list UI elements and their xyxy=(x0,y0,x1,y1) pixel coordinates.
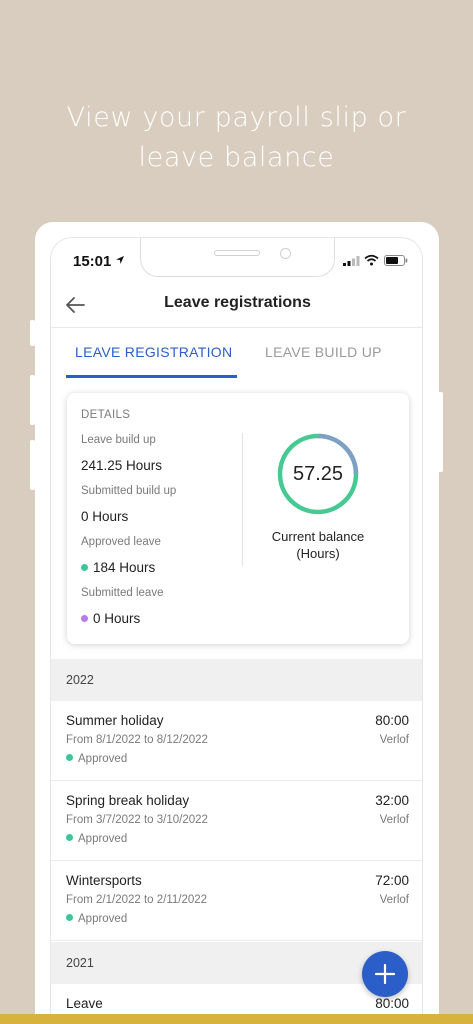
leave-status-label: Approved xyxy=(78,913,128,925)
add-leave-button[interactable] xyxy=(362,951,408,997)
approved-dot-icon xyxy=(66,834,73,841)
leave-type: Verlof xyxy=(379,894,409,906)
balance-caption-line-2: (Hours) xyxy=(296,546,340,561)
headline-line-1: View your payroll slip or xyxy=(66,102,407,133)
submitted-build-up-value: 0 Hours xyxy=(81,509,129,524)
location-arrow-icon xyxy=(116,256,124,264)
details-card: DETAILS Leave build up 241.25 Hours Subm… xyxy=(67,393,409,644)
year-header: 2022 xyxy=(51,659,422,701)
leave-title: Summer holiday xyxy=(66,713,164,728)
leave-list-item[interactable]: Summer holiday From 8/1/2022 to 8/12/202… xyxy=(51,701,422,781)
nav-bar: Leave registrations xyxy=(51,284,422,328)
leave-status: Approved xyxy=(66,833,127,845)
balance-caption-line-1: Current balance xyxy=(271,529,365,544)
submitted-leave-value: 0 Hours xyxy=(93,611,141,626)
approved-leave-row: 184 Hours xyxy=(81,560,155,575)
leave-dates: From 8/1/2022 to 8/12/2022 xyxy=(66,734,208,746)
leave-type: Verlof xyxy=(379,734,409,746)
leave-build-up-value: 241.25 Hours xyxy=(81,458,163,473)
signal-icon xyxy=(343,256,360,266)
speaker-icon xyxy=(214,250,260,256)
leave-hours: 72:00 xyxy=(375,873,409,888)
leave-list-item[interactable]: Wintersports From 2/1/2022 to 2/11/2022 … xyxy=(51,861,422,941)
battery-icon xyxy=(384,255,408,266)
tab-leave-build-up[interactable]: LEAVE BUILD UP xyxy=(265,344,382,360)
approved-leave-value: 184 Hours xyxy=(93,560,156,575)
approved-leave-label: Approved leave xyxy=(81,536,161,548)
submitted-leave-row: 0 Hours xyxy=(81,611,140,626)
leave-status-label: Approved xyxy=(78,833,128,845)
tab-bar: LEAVE REGISTRATION LEAVE BUILD UP xyxy=(51,328,422,378)
year-label: 2022 xyxy=(66,673,94,687)
bottom-strip xyxy=(0,1014,473,1024)
phone-screen: 15:01 Leave registrations LEAVE REGISTRA… xyxy=(50,237,423,1024)
submitted-leave-label: Submitted leave xyxy=(81,587,164,599)
leave-dates: From 2/1/2022 to 2/11/2022 xyxy=(66,894,208,906)
leave-status: Approved xyxy=(66,913,127,925)
camera-icon xyxy=(280,248,291,259)
leave-list-item[interactable]: Spring break holiday From 3/7/2022 to 3/… xyxy=(51,781,422,861)
leave-dates: From 3/7/2022 to 3/10/2022 xyxy=(66,814,208,826)
approved-dot-icon xyxy=(66,914,73,921)
wifi-icon xyxy=(364,254,379,266)
leave-title: Spring break holiday xyxy=(66,793,190,808)
leave-type: Verlof xyxy=(379,814,409,826)
balance-value: 57.25 xyxy=(292,463,344,485)
plus-icon xyxy=(374,963,396,985)
leave-build-up-label: Leave build up xyxy=(81,434,156,446)
leave-title: Leave xyxy=(66,996,103,1011)
details-heading: DETAILS xyxy=(81,409,131,421)
approved-dot-icon xyxy=(81,564,88,571)
leave-hours: 80:00 xyxy=(375,996,409,1011)
page-title: Leave registrations xyxy=(164,294,311,311)
leave-status-label: Approved xyxy=(78,753,128,765)
phone-notch xyxy=(140,238,335,277)
approved-dot-icon xyxy=(66,754,73,761)
submitted-build-up-label: Submitted build up xyxy=(81,485,177,497)
active-tab-indicator xyxy=(66,375,237,378)
leave-status: Approved xyxy=(66,753,127,765)
balance-caption: Current balance (Hours) xyxy=(253,528,383,562)
status-time: 15:01 xyxy=(73,253,112,270)
year-label: 2021 xyxy=(66,956,94,970)
headline: View your payroll slip or leave balance xyxy=(0,98,473,178)
card-divider xyxy=(242,433,243,566)
leave-hours: 80:00 xyxy=(375,713,409,728)
headline-line-2: leave balance xyxy=(138,142,335,173)
leave-title: Wintersports xyxy=(66,873,142,888)
leave-hours: 32:00 xyxy=(375,793,409,808)
submitted-dot-icon xyxy=(81,615,88,622)
tab-leave-registration[interactable]: LEAVE REGISTRATION xyxy=(75,344,232,360)
